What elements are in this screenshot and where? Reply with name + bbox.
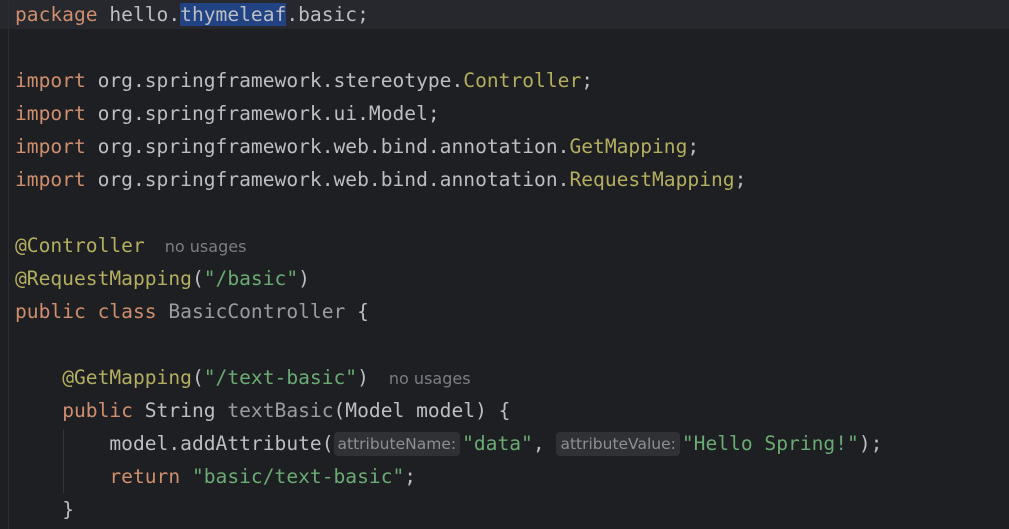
code-line-controller-annotation[interactable]: @Controller no usages xyxy=(15,231,246,260)
gutter-divider xyxy=(8,0,9,529)
keyword-class: class xyxy=(97,300,157,323)
code-line-getmapping-annotation[interactable]: @GetMapping("/text-basic") no usages xyxy=(15,363,471,392)
semicolon: ; xyxy=(404,465,417,488)
keyword-return: return xyxy=(109,465,181,488)
string-literal: "data" xyxy=(462,432,533,455)
class-name: BasicController xyxy=(168,300,346,323)
code-line-package[interactable]: package hello.thymeleaf.basic; xyxy=(15,0,369,29)
import-class: GetMapping xyxy=(569,135,688,158)
method-name: textBasic xyxy=(227,399,334,422)
string-literal: "basic/text-basic" xyxy=(191,465,405,488)
code-line-return[interactable]: return "basic/text-basic"; xyxy=(15,462,416,491)
code-line-class-declaration[interactable]: public class BasicController { xyxy=(15,297,369,326)
close-brace: } xyxy=(62,498,74,521)
keyword-package: package xyxy=(15,3,98,26)
semicolon: ; xyxy=(581,69,594,92)
method-params: (Model model) { xyxy=(333,399,511,422)
paren-close: ) xyxy=(298,267,310,290)
string-literal: "/basic" xyxy=(203,267,299,290)
keyword-import: import xyxy=(15,135,86,158)
code-line-add-attribute[interactable]: model.addAttribute(attributeName: "data",… xyxy=(15,429,882,458)
import-path: org.springframework.web.bind.annotation. xyxy=(97,135,570,158)
indent-guide xyxy=(63,429,64,493)
return-type: String xyxy=(144,399,216,422)
code-line-import-controller[interactable]: import org.springframework.stereotype.Co… xyxy=(15,66,593,95)
semicolon: ; xyxy=(687,135,700,158)
keyword-import: import xyxy=(15,102,86,125)
keyword-import: import xyxy=(15,168,86,191)
import-path: org.springframework.ui.Model; xyxy=(97,102,440,125)
package-prefix: hello. xyxy=(109,3,181,26)
semicolon: ; xyxy=(734,168,747,191)
paren-open: ( xyxy=(191,366,204,389)
method-call: model.addAttribute( xyxy=(109,432,334,455)
code-line-import-requestmapping[interactable]: import org.springframework.web.bind.anno… xyxy=(15,165,746,194)
paren-close: ) xyxy=(357,366,369,389)
import-class: Controller xyxy=(463,69,582,92)
open-brace: { xyxy=(357,300,369,323)
call-close: ); xyxy=(858,432,883,455)
keyword-public: public xyxy=(15,300,86,323)
code-line-import-model[interactable]: import org.springframework.ui.Model; xyxy=(15,99,440,128)
code-line-method-signature[interactable]: public String textBasic(Model model) { xyxy=(15,396,510,425)
package-suffix: .basic; xyxy=(286,3,369,26)
comma: , xyxy=(532,432,557,455)
code-editor[interactable]: package hello.thymeleaf.basic; import or… xyxy=(0,0,1009,529)
code-line-requestmapping-annotation[interactable]: @RequestMapping("/basic") xyxy=(15,264,310,293)
inlay-hint-no-usages[interactable]: no usages xyxy=(389,369,471,388)
import-path: org.springframework.stereotype. xyxy=(97,69,464,92)
parameter-hint-attribute-name: attributeName: xyxy=(333,432,461,456)
keyword-import: import xyxy=(15,69,86,92)
string-literal: "Hello Spring!" xyxy=(681,432,859,455)
keyword-public: public xyxy=(62,399,133,422)
selected-text[interactable]: thymeleaf xyxy=(180,3,287,26)
code-line-close-brace[interactable]: } xyxy=(15,495,74,524)
code-line-import-getmapping[interactable]: import org.springframework.web.bind.anno… xyxy=(15,132,699,161)
paren-open: ( xyxy=(191,267,204,290)
string-literal: "/text-basic" xyxy=(203,366,358,389)
inlay-hint-no-usages[interactable]: no usages xyxy=(165,237,247,256)
annotation-requestmapping: @RequestMapping xyxy=(15,267,192,290)
import-class: RequestMapping xyxy=(569,168,735,191)
annotation-controller: @Controller xyxy=(15,234,145,257)
import-path: org.springframework.web.bind.annotation. xyxy=(97,168,570,191)
annotation-getmapping: @GetMapping xyxy=(62,366,192,389)
parameter-hint-attribute-value: attributeValue: xyxy=(556,432,680,456)
